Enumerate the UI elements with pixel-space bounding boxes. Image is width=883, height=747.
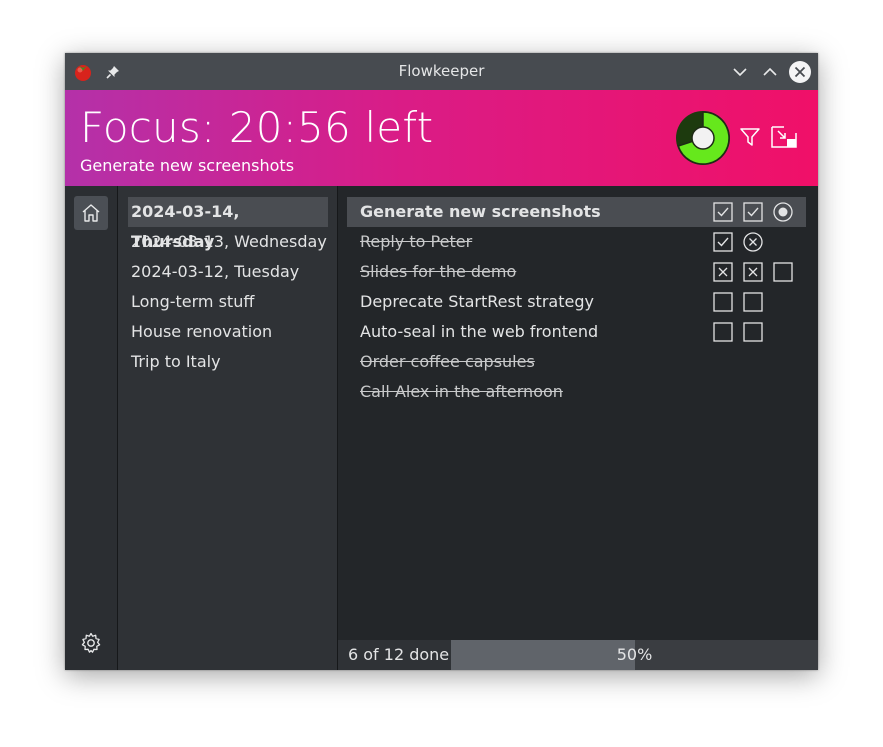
task-title: Generate new screenshots (360, 202, 601, 221)
progress-label: 50% (616, 645, 653, 664)
gear-icon[interactable] (76, 628, 106, 658)
backlog-item[interactable]: Long-term stuff (128, 287, 328, 317)
checked-pomodoro-icon[interactable] (743, 202, 763, 222)
task-title: Reply to Peter (360, 232, 473, 251)
empty-pomodoro-icon[interactable] (773, 262, 793, 282)
mini-mode-icon[interactable] (770, 125, 798, 149)
void-pomodoro-icon[interactable] (743, 232, 763, 252)
backlog-list: 2024-03-14, Thursday 2024-03-13, Wednesd… (118, 186, 338, 670)
task-title: Auto-seal in the web frontend (360, 322, 599, 341)
chevron-down-icon[interactable] (729, 61, 751, 83)
empty-pomodoro-icon[interactable] (713, 292, 733, 312)
close-icon[interactable] (788, 60, 812, 84)
running-pomodoro-icon[interactable] (773, 202, 793, 222)
task-row[interactable]: Order coffee capsules (347, 347, 806, 377)
focus-header: Focus: 20:56 left Generate new screensho… (65, 90, 818, 186)
empty-pomodoro-icon[interactable] (743, 322, 763, 342)
backlog-item[interactable]: 2024-03-13, Wednesday (128, 227, 328, 257)
chevron-up-icon[interactable] (759, 61, 781, 83)
task-row[interactable]: Generate new screenshots (347, 197, 806, 227)
task-row[interactable]: Auto-seal in the web frontend (347, 317, 806, 347)
checked-pomodoro-icon[interactable] (713, 232, 733, 252)
task-row[interactable]: Reply to Peter (347, 227, 806, 257)
window-title: Flowkeeper (398, 62, 485, 80)
app-window: Flowkeeper Focus: 20:56 left Generate ne… (65, 53, 818, 670)
timer-ring[interactable] (675, 110, 731, 166)
task-row[interactable]: Slides for the demo (347, 257, 806, 287)
progress-bar: 50% (451, 640, 818, 670)
task-title: Call Alex in the afternoon (360, 382, 563, 401)
task-title: Slides for the demo (360, 262, 517, 281)
task-title: Deprecate StartRest strategy (360, 292, 594, 311)
backlog-item[interactable]: 2024-03-14, Thursday (128, 197, 328, 251)
task-title: Order coffee capsules (360, 352, 535, 371)
voided-pomodoro-icon[interactable] (713, 262, 733, 282)
focus-status: Focus: 20:56 left (80, 103, 434, 152)
filter-icon[interactable] (739, 126, 761, 148)
current-task-label: Generate new screenshots (80, 156, 295, 175)
status-footer: 6 of 12 done 50% (338, 640, 818, 670)
empty-pomodoro-icon[interactable] (713, 322, 733, 342)
task-list: Generate new screenshots Reply to Peter … (338, 186, 818, 670)
backlog-item[interactable]: 2024-03-12, Tuesday (128, 257, 328, 287)
task-row[interactable]: Call Alex in the afternoon (347, 377, 806, 407)
backlog-item[interactable]: Trip to Italy (128, 347, 328, 377)
title-bar: Flowkeeper (65, 53, 818, 90)
home-icon[interactable] (74, 196, 108, 230)
empty-pomodoro-icon[interactable] (743, 292, 763, 312)
checked-pomodoro-icon[interactable] (713, 202, 733, 222)
task-row[interactable]: Deprecate StartRest strategy (347, 287, 806, 317)
voided-pomodoro-icon[interactable] (743, 262, 763, 282)
done-count: 6 of 12 done (348, 645, 450, 664)
backlog-item[interactable]: House renovation (128, 317, 328, 347)
main-sidebar (65, 186, 118, 670)
